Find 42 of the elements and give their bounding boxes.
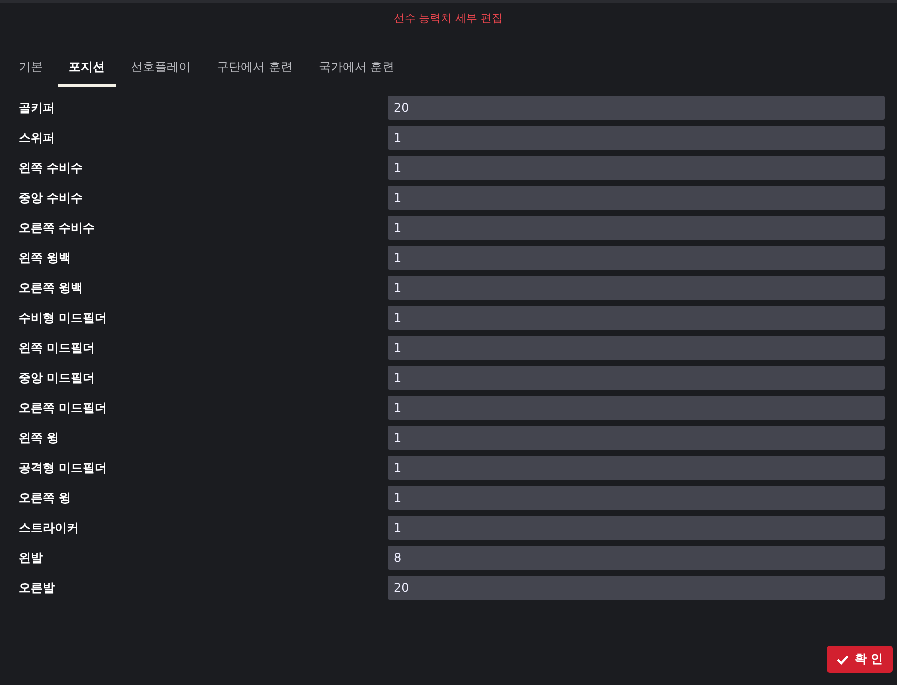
confirm-button[interactable]: 확 인	[826, 646, 893, 673]
input-field[interactable]: 20	[388, 576, 885, 600]
input-field[interactable]: 1	[388, 516, 885, 540]
tab[interactable]: 기본	[8, 59, 54, 87]
field-label: 수비형 미드필더	[18, 310, 108, 326]
field-label: 오른쪽 윙백	[18, 280, 84, 296]
field-label: 스트라이커	[18, 520, 80, 536]
field-label: 중앙 수비수	[18, 190, 84, 206]
input-field[interactable]: 1	[388, 336, 885, 360]
field-label: 골키퍼	[18, 100, 56, 116]
field-label: 오른쪽 윙	[18, 490, 72, 506]
field-label: 왼쪽 미드필더	[18, 340, 96, 356]
field-label: 오른쪽 미드필더	[18, 400, 108, 416]
input-field[interactable]: 1	[388, 126, 885, 150]
input-field[interactable]: 1	[388, 396, 885, 420]
input-field[interactable]: 1	[388, 156, 885, 180]
input-field[interactable]: 1	[388, 246, 885, 270]
input-field[interactable]: 1	[388, 186, 885, 210]
field-label: 왼쪽 윙	[18, 430, 60, 446]
field-label: 중앙 미드필더	[18, 370, 96, 386]
input-field[interactable]: 1	[388, 306, 885, 330]
input-field[interactable]: 1	[388, 456, 885, 480]
input-field[interactable]: 20	[388, 96, 885, 120]
input-field[interactable]: 1	[388, 486, 885, 510]
field-label: 공격형 미드필더	[18, 460, 108, 476]
tab[interactable]: 포지션	[58, 59, 116, 87]
checkmark-icon	[836, 654, 849, 664]
field-label: 왼발	[18, 550, 44, 566]
input-field[interactable]: 1	[388, 426, 885, 450]
field-label: 오른쪽 수비수	[18, 220, 96, 236]
field-label: 오른발	[18, 580, 56, 596]
input-field[interactable]: 8	[388, 546, 885, 570]
field-label: 스위퍼	[18, 130, 56, 146]
input-field[interactable]: 1	[388, 276, 885, 300]
dialog-title: 선수 능력치 세부 편집	[394, 12, 504, 26]
tab[interactable]: 국가에서 훈련	[308, 59, 406, 87]
input-field[interactable]: 1	[388, 366, 885, 390]
input-field[interactable]: 1	[388, 216, 885, 240]
field-label: 왼쪽 수비수	[18, 160, 84, 176]
field-label: 왼쪽 윙백	[18, 250, 72, 266]
tab[interactable]: 구단에서 훈련	[206, 59, 304, 87]
tab[interactable]: 선호플레이	[120, 59, 202, 87]
